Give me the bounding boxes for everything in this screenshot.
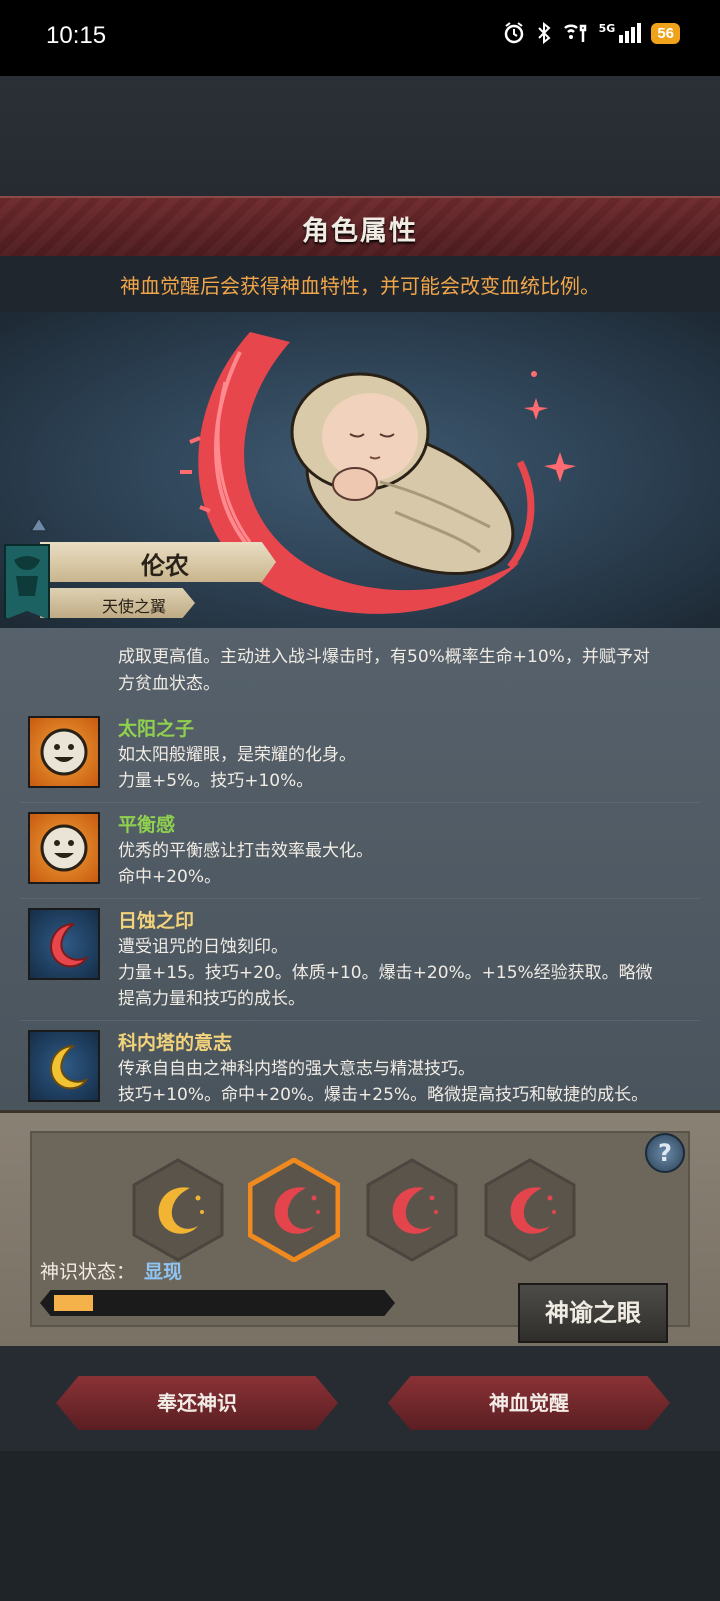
trait-description: 遭受诅咒的日蚀刻印。 力量+15。技巧+20。体质+10。爆击+20%。+15%… [118, 934, 688, 1012]
trait-list[interactable]: ▔▔▔▔▔▔▔▔▔▔▔▔▔▔▔▔▔▔▔▔▔▔▔▔▔▔▔▔▔ 成取更高值。主动进入… [0, 628, 720, 1110]
trait-desc-line-1: 传承自自由之神科内塔的强大意志与精湛技巧。 [118, 1059, 475, 1079]
trait-cut-partial-line: ▔▔▔▔▔▔▔▔▔▔▔▔▔▔▔▔▔▔▔▔▔▔▔▔▔▔▔▔▔ [118, 628, 497, 632]
oracle-eye-button[interactable]: 神谕之眼 [518, 1283, 668, 1343]
trait-description: 传承自自由之神科内塔的强大意志与精湛技巧。 技巧+10%。命中+20%。爆击+2… [118, 1056, 688, 1108]
trait-continued-line-1: 成取更高值。主动进入战斗爆击时，有50%概率生命+10%，并赋予对 [118, 647, 650, 667]
help-icon[interactable]: ? [645, 1133, 685, 1173]
gem-slot-3[interactable] [366, 1158, 458, 1262]
gem-slot-2-selected[interactable] [248, 1158, 340, 1262]
signal-icon: 5G [599, 23, 642, 43]
trait-description: 如太阳般耀眼，是荣耀的化身。 力量+5%。技巧+10%。 [118, 742, 688, 794]
trait-desc-line-1: 优秀的平衡感让打击效率最大化。 [118, 841, 373, 861]
game-screen: 10:15 5G 56 角色属性 神血觉醒后会获得神血特性，并可能会改变血统比例… [0, 0, 720, 1601]
divine-state-value: 显现 [144, 1261, 183, 1283]
trait-description: 优秀的平衡感让打击效率最大化。 命中+20%。 [118, 838, 688, 890]
title-bar: 角色属性 [0, 196, 720, 256]
status-time: 10:15 [46, 22, 107, 49]
background-bottom [0, 1451, 720, 1601]
return-divine-sense-button[interactable]: 奉还神识 [56, 1376, 338, 1430]
character-name: 伦农 [141, 552, 189, 580]
trait-name: 日蚀之印 [118, 910, 195, 932]
background-top [0, 76, 720, 196]
trait-desc-line-1: 遭受诅咒的日蚀刻印。 [118, 937, 288, 957]
trait-name: 平衡感 [118, 814, 176, 836]
trait-desc-line-2: 力量+15。技巧+20。体质+10。爆击+20%。+15%经验获取。略微 [118, 963, 653, 983]
notice-bar: 神血觉醒后会获得神血特性，并可能会改变血统比例。 [0, 256, 720, 312]
network-type: 5G [598, 22, 616, 35]
trait-desc-line-3: 提高力量和技巧的成长。 [118, 989, 305, 1009]
notice-text: 神血觉醒后会获得神血特性，并可能会改变血统比例。 [120, 274, 600, 298]
status-bar: 10:15 5G 56 [0, 0, 720, 76]
trait-description-continued: 成取更高值。主动进入战斗爆击时，有50%概率生命+10%，并赋予对 方贫血状态。 [118, 644, 688, 698]
divider [20, 802, 700, 803]
divider [20, 1020, 700, 1021]
page-title: 角色属性 [302, 216, 418, 247]
battery-indicator: 56 [651, 22, 680, 44]
red-crescent-icon [28, 908, 100, 980]
trait-name: 科内塔的意志 [118, 1032, 233, 1054]
status-icons: 5G 56 [503, 22, 680, 44]
trait-continued-line-2: 方贫血状态。 [118, 674, 220, 694]
character-subtitle: 天使之翼 [101, 597, 166, 616]
trait-desc-line-2: 力量+5%。技巧+10%。 [118, 771, 314, 791]
divine-blood-awaken-button[interactable]: 神血觉醒 [388, 1376, 670, 1430]
divine-progress-fill [54, 1295, 93, 1311]
smiley-sun-icon [28, 812, 100, 884]
bluetooth-icon [537, 22, 551, 44]
smiley-sun-icon [28, 716, 100, 788]
character-name-banner: 伦农 天使之翼 [0, 516, 720, 630]
rank-icon [30, 516, 48, 532]
gold-crescent-icon [28, 1030, 100, 1102]
gem-slot-1[interactable] [132, 1158, 224, 1262]
divider [20, 898, 700, 899]
trait-desc-line-2: 命中+20%。 [118, 867, 222, 887]
trait-desc-line-1: 如太阳般耀眼，是荣耀的化身。 [118, 745, 356, 765]
divine-progress-bar [40, 1290, 395, 1316]
wifi-calling-icon [563, 24, 586, 42]
trait-desc-line-2: 技巧+10%。命中+20%。爆击+25%。略微提高技巧和敏捷的成长。 [118, 1085, 649, 1105]
trait-name: 太阳之子 [118, 718, 195, 740]
divine-state-label: 神识状态： [40, 1261, 136, 1283]
gem-slot-4[interactable] [484, 1158, 576, 1262]
bloodline-crest-icon [4, 544, 50, 620]
alarm-icon [504, 22, 523, 44]
